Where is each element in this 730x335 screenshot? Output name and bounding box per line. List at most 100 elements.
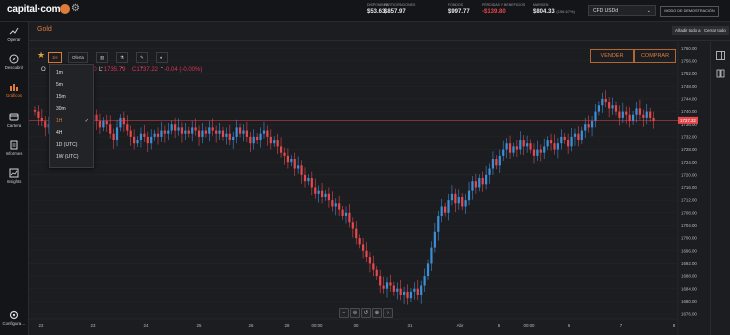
candle-body — [324, 193, 327, 197]
candle-body — [98, 121, 102, 128]
candle-body — [358, 238, 361, 245]
scroll-right-icon[interactable]: › — [383, 308, 393, 318]
check-icon: ✓ — [84, 118, 89, 124]
demo-mode-button[interactable]: MODO DE DEMOSTRACIÓN — [660, 6, 719, 17]
buy-button[interactable]: COMPRAR — [634, 49, 676, 63]
candle-body — [416, 288, 419, 296]
instrument-tab-bar: Gold Añadir todo a Favoritos Cerrar todo — [29, 22, 730, 41]
candle-body — [365, 250, 368, 258]
stat-pct: (196.67%) — [556, 9, 575, 14]
candle-body — [276, 140, 279, 147]
panel-toggle-icon[interactable] — [716, 51, 725, 60]
candle-body — [146, 136, 149, 144]
more-tools-select[interactable]: ♦ ⌄ — [156, 52, 168, 69]
timeframe-option[interactable]: 30m — [50, 103, 93, 115]
zoom-out-magnifier-icon[interactable]: ⊖ — [350, 308, 360, 318]
top-bar: capital·com ⚙ DISPONIBLE $53.63 PARTICIP… — [0, 0, 730, 22]
sidebar-item-operar[interactable]: Operar — [0, 26, 28, 42]
sidebar-item-descubrir[interactable]: Descubrir — [0, 54, 28, 70]
sidebar-item-graficos[interactable]: Gráficos — [0, 82, 28, 98]
candle-body — [228, 133, 231, 141]
y-tick-label: 1740.00 — [681, 109, 697, 114]
candle-body — [481, 178, 484, 185]
timeframe-option[interactable]: 1H ✓ — [50, 115, 93, 127]
sidebar-item-informes[interactable]: Informes — [0, 140, 28, 156]
indicator-icon: ⚗ — [120, 55, 124, 60]
timeframe-option[interactable]: 1W (UTC) — [50, 151, 93, 163]
bell-icon: ♦ — [160, 55, 163, 60]
candle-body — [341, 209, 344, 216]
candle-body — [307, 178, 310, 182]
close-all-button[interactable]: Cerrar todo — [701, 26, 729, 35]
candle-body — [437, 215, 440, 232]
candle-body — [297, 165, 300, 169]
x-tick-label: 28 — [285, 323, 290, 328]
candle-body — [283, 152, 286, 156]
drawing-tools-select[interactable]: ✎ ⌄ — [136, 52, 148, 69]
reset-icon[interactable]: ↺ — [361, 308, 371, 318]
timeframe-option[interactable]: 1m — [50, 67, 93, 79]
candle-body — [273, 140, 276, 144]
candle-body — [505, 143, 508, 150]
sidebar-item-cartera[interactable]: Cartera — [0, 112, 28, 128]
candle-body — [235, 127, 238, 137]
candle-body — [129, 130, 132, 137]
account-avatar[interactable] — [60, 4, 70, 14]
indicators-select[interactable]: ⚗ ⌄ — [116, 52, 128, 69]
ohlc-low-label: L — [99, 67, 103, 73]
candle-body — [293, 159, 296, 169]
pencil-icon: ✎ — [140, 55, 144, 60]
stat-value: $857.97 — [384, 9, 406, 15]
candle-body — [156, 133, 160, 137]
candle-body — [215, 130, 218, 134]
price-type-select[interactable]: Oferta ⌄ — [68, 52, 88, 69]
candle-body — [279, 146, 283, 153]
price-chart[interactable]: 1760.00 1756.00 1752.00 1748.00 1744.00 1740.… — [29, 42, 710, 335]
zoom-in-magnifier-icon[interactable]: ⊕ — [372, 308, 382, 318]
timeframe-select[interactable]: 1H ⌄ — [48, 52, 62, 69]
sidebar-item-label: Operar — [7, 37, 21, 42]
chevron-down-icon: ⌄ — [646, 8, 651, 14]
stat-participaciones: PARTICIPACIONES $857.97 — [384, 3, 415, 15]
timeframe-option[interactable]: 4H — [50, 127, 93, 139]
zoom-out-icon[interactable]: − — [339, 308, 349, 318]
sell-button[interactable]: VENDER — [590, 49, 634, 63]
wallet-icon — [9, 113, 19, 121]
candle-body — [286, 155, 290, 163]
sidebar-item-configuracion[interactable]: Configura… — [0, 310, 28, 326]
candle-body — [300, 165, 303, 175]
stat-label: MARGEN — [533, 3, 549, 7]
candle-body — [512, 146, 515, 153]
tab-gold[interactable]: Gold — [37, 26, 52, 33]
candle-body — [502, 149, 505, 156]
candle-body — [392, 285, 395, 292]
sidebar-item-insights[interactable]: Insights — [0, 168, 28, 184]
book-icon[interactable] — [716, 69, 725, 78]
candle-body — [320, 190, 324, 197]
sidebar-item-label: Configura… — [2, 321, 26, 326]
candle-body — [160, 130, 163, 137]
candle-body — [631, 114, 635, 122]
y-tick-label: 1676.00 — [681, 312, 697, 317]
candle-body — [604, 98, 607, 103]
brand-logo[interactable]: capital·com — [7, 4, 61, 15]
chart-background — [29, 42, 710, 335]
candle-body — [402, 291, 406, 296]
timeframe-option[interactable]: 15m — [50, 91, 93, 103]
report-icon — [10, 140, 18, 150]
stat-value: -$139.80 — [482, 9, 506, 15]
y-tick-label: 1752.00 — [681, 71, 697, 76]
favorite-star-icon[interactable]: ★ — [37, 50, 45, 61]
gear-icon[interactable]: ⚙ — [71, 3, 80, 14]
timeframe-option[interactable]: 5m — [50, 79, 93, 91]
candle-body — [563, 136, 566, 141]
account-select[interactable]: CFD USDd ⌄ — [588, 5, 656, 16]
x-tick-label: Abr — [457, 323, 464, 328]
x-tick-label: 30 — [354, 323, 359, 328]
timeframe-option[interactable]: 1D (UTC) — [50, 139, 93, 151]
candle-body — [645, 111, 648, 118]
ohlc-low: L 1735.79 — [99, 67, 126, 73]
chart-type-select[interactable]: ▥ ⌄ — [96, 52, 109, 69]
ohlc-low-value: 1735.79 — [103, 67, 126, 73]
candle-body — [556, 143, 559, 150]
